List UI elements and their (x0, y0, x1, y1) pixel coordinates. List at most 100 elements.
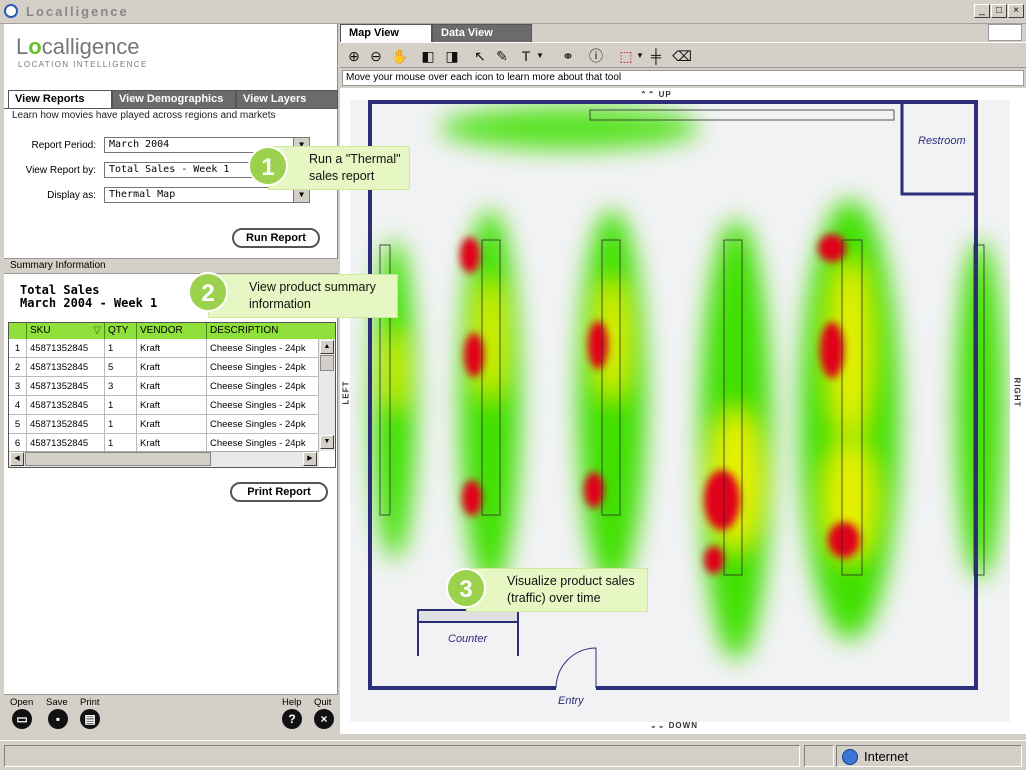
column-header-description[interactable]: DESCRIPTION (207, 323, 335, 339)
tab-view-reports[interactable]: View Reports (8, 90, 112, 108)
forward-icon[interactable]: ◨ (442, 46, 462, 66)
callout-number-3: 3 (446, 568, 486, 608)
minimize-button[interactable]: _ (974, 4, 990, 18)
callout-3: Visualize product sales (traffic) over ti… (466, 568, 648, 612)
tab-map-view[interactable]: Map View (340, 24, 432, 42)
pan-hand-icon[interactable]: ✋ (390, 46, 410, 66)
save-label: Save (46, 697, 68, 708)
chevron-down-icon[interactable]: ▼ (534, 46, 546, 66)
windows-flag-icon (988, 24, 1022, 41)
scroll-left-icon[interactable]: ◀ (10, 452, 24, 466)
row-num-header (9, 323, 27, 339)
binoculars-icon[interactable]: ⚭ (558, 46, 578, 66)
print-label: Print (80, 697, 100, 708)
pointer-icon[interactable]: ↖ (470, 46, 490, 66)
column-header-qty[interactable]: QTY (105, 323, 137, 339)
row-number: 4 (9, 396, 27, 415)
zoom-out-icon[interactable]: ⊖ (366, 46, 386, 66)
table-row[interactable]: 1 45871352845 1 Kraft Cheese Singles - 2… (9, 339, 319, 358)
scroll-up-icon[interactable]: ▲ (320, 340, 334, 354)
map-toolbar: ⊕ ⊖ ✋ ◧ ◨ ↖ ✎ T ▼ ⚭ ⓘ ⬚ ▼ ╪ ⌫ (340, 42, 1026, 68)
pan-right-control[interactable]: RIGHT (1012, 378, 1021, 408)
scroll-thumb[interactable] (320, 355, 334, 371)
pan-down-control[interactable]: ⌄⌄ DOWN (650, 721, 698, 730)
status-bar: Internet (0, 740, 1026, 770)
app-icon (4, 4, 18, 18)
table-row[interactable]: 2 45871352845 5 Kraft Cheese Singles - 2… (9, 358, 319, 377)
vendor-cell: Kraft (137, 377, 207, 396)
status-message (4, 745, 800, 767)
info-icon[interactable]: ⓘ (586, 46, 606, 66)
qty-cell: 1 (105, 396, 137, 415)
chevron-down-icon[interactable]: ▼ (634, 46, 646, 66)
printer-icon[interactable]: ▤ (80, 709, 100, 729)
tab-description: Learn how movies have played across regi… (12, 110, 276, 121)
callout-number-2: 2 (188, 272, 228, 312)
row-number: 2 (9, 358, 27, 377)
description-cell: Cheese Singles - 24pk (207, 377, 319, 396)
row-number: 3 (9, 377, 27, 396)
table-header: SKU ▽ QTY VENDOR DESCRIPTION (9, 323, 335, 339)
sort-arrow-icon: ▽ (93, 325, 101, 336)
selection-box-icon[interactable]: ⬚ (616, 46, 636, 66)
pan-up-control[interactable]: ⌃⌃ UP (640, 90, 672, 99)
tab-data-view[interactable]: Data View (432, 24, 532, 42)
globe-icon (842, 749, 858, 765)
thermal-map[interactable]: ⌃⌃ UP ⌄⌄ DOWN LEFT RIGHT Restroom Counte… (340, 88, 1026, 734)
scroll-right-icon[interactable]: ▶ (303, 452, 317, 466)
lock-icon (804, 745, 834, 767)
sku-cell: 45871352845 (27, 415, 105, 434)
qty-cell: 1 (105, 415, 137, 434)
crosshair-icon[interactable]: ╪ (646, 46, 666, 66)
description-cell: Cheese Singles - 24pk (207, 396, 319, 415)
column-header-sku[interactable]: SKU ▽ (27, 323, 105, 339)
quit-icon[interactable]: × (314, 709, 334, 729)
map-panel: Map View Data View ⊕ ⊖ ✋ ◧ ◨ ↖ ✎ T ▼ ⚭ ⓘ… (340, 24, 1026, 734)
title-bar: Localligence _ □ × (0, 0, 1026, 24)
maximize-button[interactable]: □ (991, 4, 1007, 18)
logo: Localligence (16, 34, 140, 59)
text-tool-icon[interactable]: T (516, 46, 536, 66)
counter-label: Counter (448, 633, 488, 645)
back-icon[interactable]: ◧ (418, 46, 438, 66)
help-icon[interactable]: ? (282, 709, 302, 729)
callout-2: View product summary information (208, 274, 398, 318)
table-horizontal-scrollbar[interactable]: ◀ ▶ (9, 451, 319, 467)
table-row[interactable]: 4 45871352845 1 Kraft Cheese Singles - 2… (9, 396, 319, 415)
logo-tagline: LOCATION INTELLIGENCE (18, 60, 148, 69)
open-folder-icon[interactable]: ▭ (12, 709, 32, 729)
table-row[interactable]: 5 45871352845 1 Kraft Cheese Singles - 2… (9, 415, 319, 434)
scroll-down-icon[interactable]: ▼ (320, 435, 334, 449)
row-number: 5 (9, 415, 27, 434)
zoom-in-icon[interactable]: ⊕ (344, 46, 364, 66)
quit-label: Quit (314, 697, 332, 708)
column-header-vendor[interactable]: VENDOR (137, 323, 207, 339)
print-report-button[interactable]: Print Report (230, 482, 328, 502)
eraser-icon[interactable]: ⌫ (672, 46, 692, 66)
report-period-label: Report Period: (31, 140, 96, 151)
table-row[interactable]: 3 45871352845 3 Kraft Cheese Singles - 2… (9, 377, 319, 396)
measure-icon[interactable]: ✎ (492, 46, 512, 66)
scroll-thumb[interactable] (25, 452, 211, 466)
reports-panel: Localligence LOCATION INTELLIGENCE View … (4, 24, 338, 734)
save-disk-icon[interactable]: ▪ (48, 709, 68, 729)
window-title: Localligence (26, 4, 129, 19)
chevron-down-icon[interactable]: ▼ (293, 188, 309, 202)
tab-view-demographics[interactable]: View Demographics (112, 90, 236, 108)
restroom-label: Restroom (918, 135, 966, 147)
bottom-toolbar: Open ▭ Save ▪ Print ▤ Help ? Quit × (4, 694, 338, 734)
store-floorplan: Restroom Counter Entry (350, 100, 1010, 722)
sku-cell: 45871352845 (27, 358, 105, 377)
table-vertical-scrollbar[interactable]: ▲ ▼ (319, 339, 335, 451)
description-cell: Cheese Singles - 24pk (207, 358, 319, 377)
vendor-cell: Kraft (137, 339, 207, 358)
vendor-cell: Kraft (137, 358, 207, 377)
qty-cell: 3 (105, 377, 137, 396)
run-report-button[interactable]: Run Report (232, 228, 320, 248)
close-button[interactable]: × (1008, 4, 1024, 18)
callout-1: Run a "Thermal" sales report (268, 146, 410, 190)
summary-title: Total Sales March 2004 - Week 1 (20, 283, 158, 310)
sku-cell: 45871352845 (27, 339, 105, 358)
tab-view-layers[interactable]: View Layers (236, 90, 338, 108)
tool-hint: Move your mouse over each icon to learn … (342, 70, 1024, 86)
